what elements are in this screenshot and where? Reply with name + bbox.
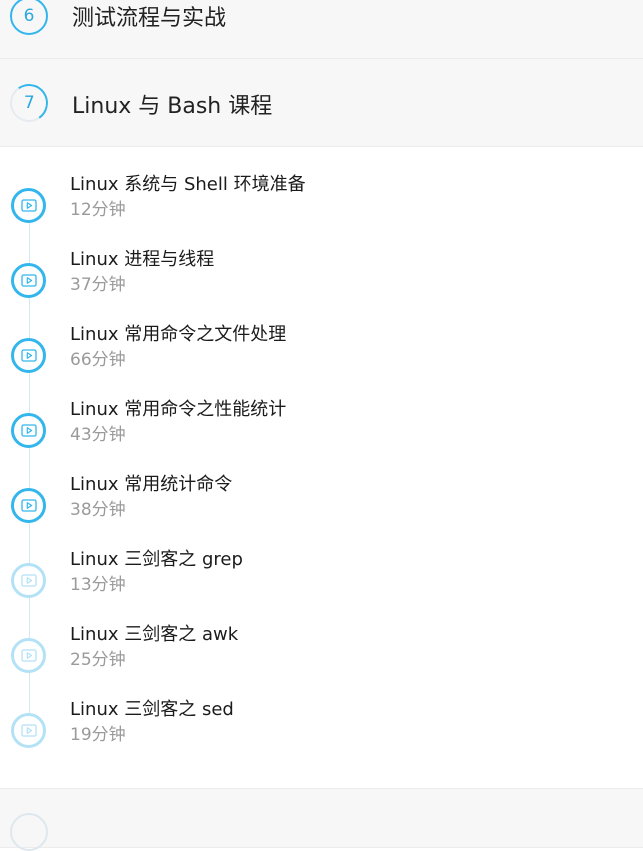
- section-number: 7: [23, 92, 35, 113]
- video-play-icon: [11, 638, 46, 673]
- lesson-title: Linux 三剑客之 sed: [70, 699, 234, 720]
- lesson-title: Linux 常用命令之文件处理: [70, 324, 287, 345]
- lesson-item[interactable]: Linux 常用命令之性能统计 43分钟: [0, 395, 643, 470]
- video-play-icon: [11, 413, 46, 448]
- lesson-duration: 43分钟: [70, 425, 126, 445]
- lesson-item[interactable]: Linux 三剑客之 sed 19分钟: [0, 695, 643, 770]
- lesson-item[interactable]: Linux 系统与 Shell 环境准备 12分钟: [0, 170, 643, 245]
- lesson-duration: 37分钟: [70, 275, 126, 295]
- lesson-item[interactable]: Linux 常用命令之文件处理 66分钟: [0, 320, 643, 395]
- video-play-icon: [11, 713, 46, 748]
- lesson-item[interactable]: Linux 常用统计命令 38分钟: [0, 470, 643, 545]
- lesson-title: Linux 系统与 Shell 环境准备: [70, 174, 306, 195]
- section-header-6[interactable]: 6 测试流程与实战: [0, 0, 643, 59]
- section-title: 测试流程与实战: [72, 6, 227, 31]
- video-play-icon: [11, 188, 46, 223]
- lesson-duration: 13分钟: [70, 575, 126, 595]
- lesson-item[interactable]: Linux 三剑客之 grep 13分钟: [0, 545, 643, 620]
- lesson-title: Linux 常用统计命令: [70, 474, 233, 495]
- lesson-title: Linux 常用命令之性能统计: [70, 399, 287, 420]
- section-header-7[interactable]: 7 Linux 与 Bash 课程: [0, 59, 643, 147]
- section-number-badge: [10, 813, 48, 851]
- section-title: Linux 与 Bash 课程: [72, 94, 273, 119]
- section-header-next[interactable]: [0, 788, 643, 851]
- lesson-duration: 66分钟: [70, 350, 126, 370]
- lesson-title: Linux 进程与线程: [70, 249, 215, 270]
- lesson-duration: 38分钟: [70, 500, 126, 520]
- video-play-icon: [11, 488, 46, 523]
- lesson-item[interactable]: Linux 三剑客之 awk 25分钟: [0, 620, 643, 695]
- section-number-badge: 6: [10, 0, 48, 35]
- lesson-title: Linux 三剑客之 grep: [70, 549, 243, 570]
- lesson-duration: 19分钟: [70, 725, 126, 745]
- section-progress-badge: 7: [6, 80, 52, 126]
- section-number: 6: [23, 5, 35, 26]
- video-play-icon: [11, 563, 46, 598]
- video-play-icon: [11, 338, 46, 373]
- lesson-duration: 25分钟: [70, 650, 126, 670]
- video-play-icon: [11, 263, 46, 298]
- lesson-item[interactable]: Linux 进程与线程 37分钟: [0, 245, 643, 320]
- lesson-duration: 12分钟: [70, 200, 126, 220]
- lesson-title: Linux 三剑客之 awk: [70, 624, 239, 645]
